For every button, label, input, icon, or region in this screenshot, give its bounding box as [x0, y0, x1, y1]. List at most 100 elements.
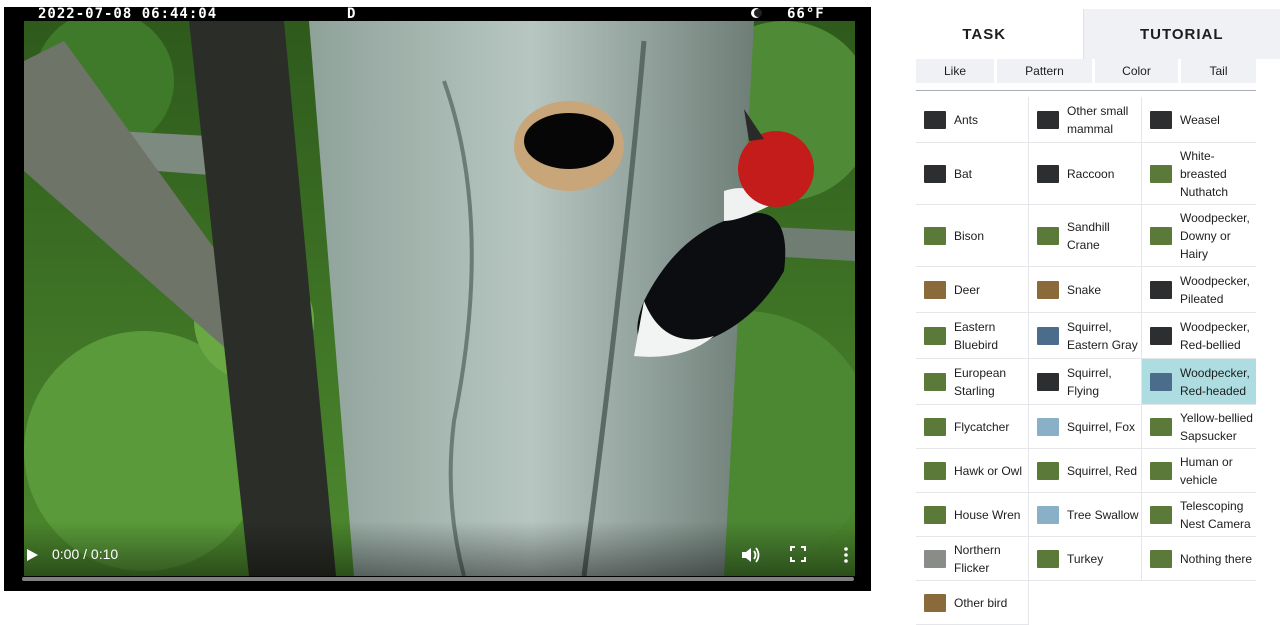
- choice-label: Deer: [954, 281, 980, 299]
- filter-pattern[interactable]: Pattern: [997, 59, 1092, 83]
- choice-white-breasted-nuthatch[interactable]: White-breasted Nuthatch: [1142, 143, 1256, 205]
- choice-woodpecker-red-bellied[interactable]: Woodpecker, Red-bellied: [1142, 313, 1256, 359]
- choice-thumbnail: [924, 327, 946, 345]
- choice-ants[interactable]: Ants: [916, 97, 1029, 143]
- choice-thumbnail: [1037, 418, 1059, 436]
- video-player[interactable]: 2022-07-08 06:44:04 D 66°F 0:00 / 0:10: [4, 7, 871, 591]
- camera-overlay: 2022-07-08 06:44:04 D 66°F: [4, 7, 871, 23]
- choice-thumbnail: [1037, 111, 1059, 129]
- choice-label: White-breasted Nuthatch: [1180, 147, 1256, 201]
- choice-label: Weasel: [1180, 111, 1220, 129]
- choice-label: Turkey: [1067, 550, 1103, 568]
- video-progress-bar[interactable]: [22, 577, 854, 581]
- choice-thumbnail: [924, 462, 946, 480]
- choice-label: Bison: [954, 227, 984, 245]
- volume-icon[interactable]: [740, 545, 762, 565]
- choice-woodpecker-red-headed[interactable]: Woodpecker, Red-headed: [1142, 359, 1256, 405]
- choice-thumbnail: [1037, 327, 1059, 345]
- choice-squirrel-red[interactable]: Squirrel, Red: [1029, 449, 1142, 493]
- choice-turkey[interactable]: Turkey: [1029, 537, 1142, 581]
- choice-yellow-bellied-sapsucker[interactable]: Yellow-bellied Sapsucker: [1142, 405, 1256, 449]
- choice-squirrel-fox[interactable]: Squirrel, Fox: [1029, 405, 1142, 449]
- choice-sandhill-crane[interactable]: Sandhill Crane: [1029, 205, 1142, 267]
- choice-thumbnail: [1150, 418, 1172, 436]
- choice-thumbnail: [1150, 327, 1172, 345]
- panel-tabs: TASK TUTORIAL: [886, 9, 1280, 59]
- woodpecker-frame-image: [24, 21, 855, 576]
- tab-tutorial[interactable]: TUTORIAL: [1083, 9, 1280, 59]
- choice-thumbnail: [1037, 281, 1059, 299]
- choice-other-small-mammal[interactable]: Other small mammal: [1029, 97, 1142, 143]
- choice-telescoping-nest-camera[interactable]: Telescoping Nest Camera: [1142, 493, 1256, 537]
- choice-bat[interactable]: Bat: [916, 143, 1029, 205]
- choice-thumbnail: [1037, 165, 1059, 183]
- more-options-icon[interactable]: [839, 545, 853, 565]
- choice-house-wren[interactable]: House Wren: [916, 493, 1029, 537]
- choice-eastern-bluebird[interactable]: Eastern Bluebird: [916, 313, 1029, 359]
- choice-weasel[interactable]: Weasel: [1142, 97, 1256, 143]
- choice-label: Northern Flicker: [954, 541, 1028, 577]
- osd-mode: D: [347, 7, 356, 22]
- choice-squirrel-eastern-gray[interactable]: Squirrel, Eastern Gray: [1029, 313, 1142, 359]
- choice-tree-swallow[interactable]: Tree Swallow: [1029, 493, 1142, 537]
- classification-panel: TASK TUTORIAL Like Pattern Color Tail An…: [886, 9, 1280, 598]
- choice-thumbnail: [1150, 227, 1172, 245]
- choice-label: House Wren: [954, 506, 1020, 524]
- choice-raccoon[interactable]: Raccoon: [1029, 143, 1142, 205]
- choice-label: Human or vehicle: [1180, 453, 1256, 489]
- choice-label: Ants: [954, 111, 978, 129]
- choice-woodpecker-pileated[interactable]: Woodpecker, Pileated: [1142, 267, 1256, 313]
- choice-label: Squirrel, Flying: [1067, 364, 1141, 400]
- choice-thumbnail: [1150, 462, 1172, 480]
- choice-label: Yellow-bellied Sapsucker: [1180, 409, 1256, 445]
- choice-label: Woodpecker, Downy or Hairy: [1180, 209, 1256, 263]
- choice-thumbnail: [924, 227, 946, 245]
- choice-hawk-or-owl[interactable]: Hawk or Owl: [916, 449, 1029, 493]
- choice-label: European Starling: [954, 364, 1028, 400]
- filter-color[interactable]: Color: [1095, 59, 1178, 83]
- choice-thumbnail: [1037, 506, 1059, 524]
- choice-thumbnail: [924, 506, 946, 524]
- choice-thumbnail: [1037, 227, 1059, 245]
- filter-like[interactable]: Like: [916, 59, 994, 83]
- choice-thumbnail: [1037, 550, 1059, 568]
- choice-thumbnail: [924, 550, 946, 568]
- choice-thumbnail: [1150, 373, 1172, 391]
- video-frame: [24, 21, 855, 576]
- choice-deer[interactable]: Deer: [916, 267, 1029, 313]
- choice-label: Hawk or Owl: [954, 462, 1022, 480]
- choice-label: Raccoon: [1067, 165, 1114, 183]
- choice-label: Nothing there: [1180, 550, 1252, 568]
- choice-thumbnail: [924, 373, 946, 391]
- choice-thumbnail: [1037, 462, 1059, 480]
- choice-label: Other bird: [954, 594, 1007, 612]
- choice-human-or-vehicle[interactable]: Human or vehicle: [1142, 449, 1256, 493]
- choice-thumbnail: [1150, 165, 1172, 183]
- choice-other-bird[interactable]: Other bird: [916, 581, 1029, 625]
- choice-flycatcher[interactable]: Flycatcher: [916, 405, 1029, 449]
- filter-tail[interactable]: Tail: [1181, 59, 1256, 83]
- task-body: Like Pattern Color Tail Ants Other small …: [886, 59, 1280, 598]
- choice-label: Flycatcher: [954, 418, 1009, 436]
- choice-thumbnail: [924, 111, 946, 129]
- choice-thumbnail: [1150, 550, 1172, 568]
- choice-snake[interactable]: Snake: [1029, 267, 1142, 313]
- choice-woodpecker-downy-or-hairy[interactable]: Woodpecker, Downy or Hairy: [1142, 205, 1256, 267]
- choice-european-starling[interactable]: European Starling: [916, 359, 1029, 405]
- choice-squirrel-flying[interactable]: Squirrel, Flying: [1029, 359, 1142, 405]
- tab-task[interactable]: TASK: [886, 9, 1083, 59]
- choice-label: Bat: [954, 165, 972, 183]
- choice-nothing-there[interactable]: Nothing there: [1142, 537, 1256, 581]
- choice-label: Other small mammal: [1067, 102, 1141, 138]
- choice-label: Eastern Bluebird: [954, 318, 1028, 354]
- fullscreen-icon[interactable]: [789, 545, 807, 563]
- choice-thumbnail: [924, 281, 946, 299]
- play-icon[interactable]: [22, 545, 42, 565]
- choice-label: Squirrel, Fox: [1067, 418, 1135, 436]
- choice-bison[interactable]: Bison: [916, 205, 1029, 267]
- choice-label: Woodpecker, Red-bellied: [1180, 318, 1256, 354]
- osd-temperature: 66°F: [787, 7, 825, 22]
- video-controls: 0:00 / 0:10: [4, 521, 871, 591]
- time-display: 0:00 / 0:10: [52, 546, 118, 562]
- choice-northern-flicker[interactable]: Northern Flicker: [916, 537, 1029, 581]
